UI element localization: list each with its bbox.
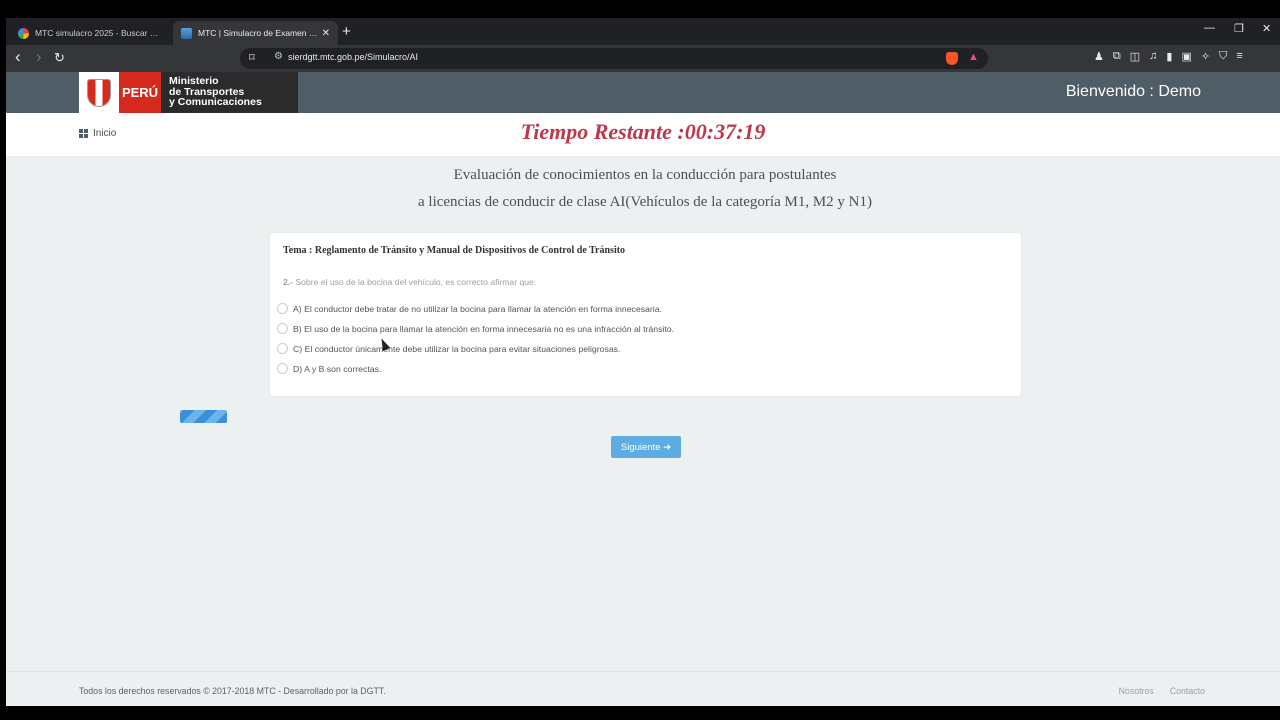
site-footer: Todos los derechos reservados © 2017-201… xyxy=(6,671,1280,706)
progress-bar xyxy=(180,410,227,423)
browser-toolbar: ‹ › ↻ ⌑ ⚙ sierdgtt.mtc.gob.pe/Simulacro/… xyxy=(6,45,1280,72)
menu-icon[interactable]: ≡ xyxy=(1236,50,1242,63)
next-button[interactable]: Siguiente ➔ xyxy=(611,436,681,458)
screen: MTC simulacro 2025 - Buscar con Go MTC |… xyxy=(0,0,1280,720)
coat-of-arms-icon xyxy=(79,72,119,113)
option-c[interactable]: C) El conductor únicamente debe utilizar… xyxy=(277,343,620,354)
ministry-name: Ministerio de Transportes y Comunicacion… xyxy=(169,75,262,108)
close-tab-icon[interactable]: ✕ xyxy=(322,28,330,39)
footer-links: Nosotros Contacto xyxy=(1119,686,1205,696)
welcome-text: Bienvenido : Demo xyxy=(1065,83,1201,100)
site-settings-icon[interactable]: ⚙ xyxy=(274,51,283,62)
back-icon[interactable]: ‹ xyxy=(15,47,21,67)
tab-title: MTC simulacro 2025 - Buscar con Go xyxy=(35,28,162,38)
option-label: D) A y B son correctas. xyxy=(293,363,382,374)
option-label: C) El conductor únicamente debe utilizar… xyxy=(293,343,621,354)
exam-title-line1: Evaluación de conocimientos en la conduc… xyxy=(453,167,837,183)
vpn-icon[interactable]: ⛉ xyxy=(1219,50,1227,63)
minimize-icon[interactable]: — xyxy=(1204,22,1215,34)
option-label: A) El conductor debe tratar de no utiliz… xyxy=(293,303,662,314)
topic-heading: Tema : Reglamento de Tránsito y Manual d… xyxy=(283,245,626,256)
wallet-icon[interactable]: ▣ xyxy=(1181,50,1191,63)
sub-navigation: Inicio Tiempo Restante :00:37:19 xyxy=(6,113,1280,156)
media-icon[interactable]: ♫ xyxy=(1149,50,1157,63)
question-number: 2.- xyxy=(283,277,294,287)
option-label: B) El uso de la bocina para llamar la at… xyxy=(293,323,675,334)
peru-label: PERÚ xyxy=(119,72,161,113)
tab-mtc-simulacro[interactable]: MTC | Simulacro de Examen de ✕ xyxy=(173,21,338,45)
address-bar[interactable]: ⌑ ⚙ sierdgtt.mtc.gob.pe/Simulacro/AI ▲ xyxy=(240,48,988,69)
site-header: PERÚ Ministerio de Transportes y Comunic… xyxy=(6,72,1280,113)
browser-tab-strip: MTC simulacro 2025 - Buscar con Go MTC |… xyxy=(6,18,1280,45)
url-text[interactable]: sierdgtt.mtc.gob.pe/Simulacro/AI xyxy=(288,52,418,62)
footer-link-nosotros[interactable]: Nosotros xyxy=(1119,686,1154,696)
extension-icons: ♟ ⧉ ◫ ♫ ▮ ▣ ✧ ⛉ ≡ xyxy=(1094,50,1243,63)
puzzle-icon[interactable]: ⧉ xyxy=(1113,50,1121,63)
footer-link-contacto[interactable]: Contacto xyxy=(1170,686,1205,696)
question-text: 2.- Sobre el uso de la bocina del vehícu… xyxy=(283,277,537,287)
mtc-logo[interactable]: PERÚ Ministerio de Transportes y Comunic… xyxy=(79,72,298,113)
extension-icon[interactable]: ♟ xyxy=(1094,50,1104,63)
radio-button[interactable] xyxy=(277,323,288,334)
tab-title: MTC | Simulacro de Examen de xyxy=(198,28,318,38)
copyright-text: Todos los derechos reservados © 2017-201… xyxy=(79,686,386,696)
tab-google-search[interactable]: MTC simulacro 2025 - Buscar con Go xyxy=(10,21,170,45)
radio-button[interactable] xyxy=(277,303,288,314)
bookmark-icon[interactable]: ⌑ xyxy=(249,51,255,64)
new-tab-button[interactable]: + xyxy=(342,23,351,40)
leo-icon[interactable]: ✧ xyxy=(1201,50,1210,63)
mtc-icon xyxy=(181,27,192,39)
option-a[interactable]: A) El conductor debe tratar de no utiliz… xyxy=(277,303,662,314)
remaining-time: Tiempo Restante :00:37:19 xyxy=(520,119,766,144)
sidebar-icon[interactable]: ▮ xyxy=(1166,50,1172,63)
exam-title-line2: a licencias de conducir de clase AI(Vehí… xyxy=(418,194,872,210)
web-page: PERÚ Ministerio de Transportes y Comunic… xyxy=(6,72,1280,706)
screenshot-icon[interactable]: ◫ xyxy=(1130,50,1140,63)
forward-icon[interactable]: › xyxy=(36,47,42,67)
google-icon xyxy=(18,27,29,39)
question-card: Tema : Reglamento de Tránsito y Manual d… xyxy=(270,233,1021,396)
radio-button[interactable] xyxy=(277,343,288,354)
option-d[interactable]: D) A y B son correctas. xyxy=(277,363,381,374)
option-b[interactable]: B) El uso de la bocina para llamar la at… xyxy=(277,323,674,334)
radio-button[interactable] xyxy=(277,363,288,374)
arrow-right-icon: ➔ xyxy=(663,441,672,453)
brave-rewards-icon[interactable]: ▲ xyxy=(968,51,979,63)
reload-icon[interactable]: ↻ xyxy=(54,50,65,66)
brave-shields-icon[interactable] xyxy=(946,52,958,65)
window-close-icon[interactable]: ✕ xyxy=(1262,22,1271,35)
restore-icon[interactable]: ❐ xyxy=(1234,22,1244,35)
